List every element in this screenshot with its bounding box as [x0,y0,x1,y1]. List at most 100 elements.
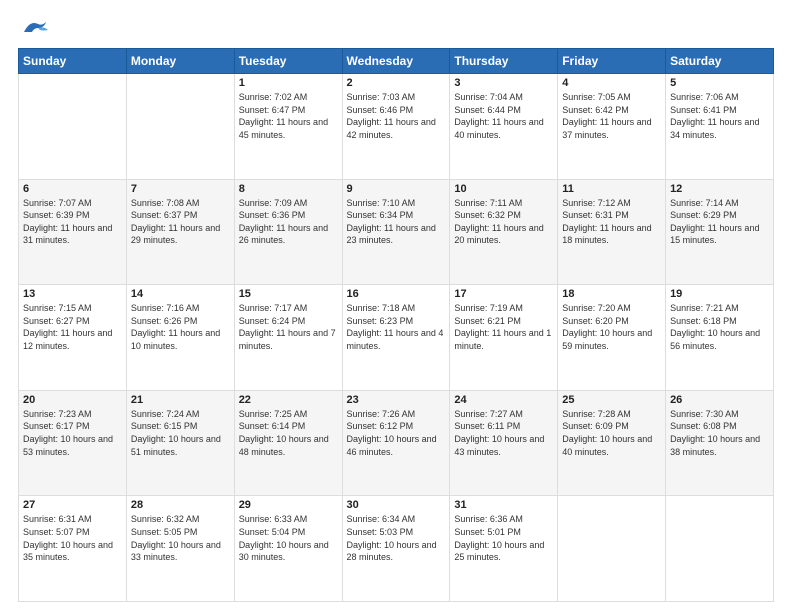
day-number: 22 [239,394,338,406]
day-number: 5 [670,77,769,89]
day-info: Sunrise: 7:10 AMSunset: 6:34 PMDaylight:… [347,197,446,247]
calendar-cell: 20Sunrise: 7:23 AMSunset: 6:17 PMDayligh… [19,390,127,496]
day-info: Sunrise: 7:25 AMSunset: 6:14 PMDaylight:… [239,408,338,458]
day-number: 14 [131,288,230,300]
calendar-cell: 12Sunrise: 7:14 AMSunset: 6:29 PMDayligh… [666,179,774,285]
weekday-header-row: SundayMondayTuesdayWednesdayThursdayFrid… [19,49,774,74]
day-number: 24 [454,394,553,406]
day-number: 17 [454,288,553,300]
calendar-cell: 24 Sunrise: 7:27 AMSunset: 6:11 PMDayligh… [450,390,558,496]
day-number: 7 [131,183,230,195]
calendar-cell: 17 Sunrise: 7:19 AMSunset: 6:21 PMDayligh… [450,285,558,391]
week-row-1: 1Sunrise: 7:02 AMSunset: 6:47 PMDaylight… [19,74,774,180]
calendar-cell [558,496,666,602]
calendar-cell: 26 Sunrise: 7:30 AMSunset: 6:08 PMDayligh… [666,390,774,496]
calendar-cell [126,74,234,180]
day-number: 18 [562,288,661,300]
day-info: Sunrise: 7:18 AMSunset: 6:23 PMDaylight:… [347,302,446,352]
weekday-header-wednesday: Wednesday [342,49,450,74]
calendar-cell: 4 Sunrise: 7:05 AMSunset: 6:42 PMDaylight… [558,74,666,180]
calendar-cell: 15Sunrise: 7:17 AMSunset: 6:24 PMDayligh… [234,285,342,391]
day-info: Sunrise: 7:05 AMSunset: 6:42 PMDaylight:… [562,91,661,141]
calendar-cell: 8 Sunrise: 7:09 AMSunset: 6:36 PMDaylight… [234,179,342,285]
weekday-header-thursday: Thursday [450,49,558,74]
day-info: Sunrise: 7:15 AMSunset: 6:27 PMDaylight:… [23,302,122,352]
calendar-cell: 27 Sunrise: 6:31 AMSunset: 5:07 PMDayligh… [19,496,127,602]
calendar-cell: 1Sunrise: 7:02 AMSunset: 6:47 PMDaylight… [234,74,342,180]
day-number: 11 [562,183,661,195]
calendar-cell: 7 Sunrise: 7:08 AMSunset: 6:37 PMDaylight… [126,179,234,285]
calendar-cell: 30 Sunrise: 6:34 AMSunset: 5:03 PMDayligh… [342,496,450,602]
day-info: Sunrise: 7:28 AMSunset: 6:09 PMDaylight:… [562,408,661,458]
calendar-cell: 2 Sunrise: 7:03 AMSunset: 6:46 PMDaylight… [342,74,450,180]
day-info: Sunrise: 7:19 AMSunset: 6:21 PMDaylight:… [454,302,553,352]
day-info: Sunrise: 7:30 AMSunset: 6:08 PMDaylight:… [670,408,769,458]
day-number: 29 [239,499,338,511]
day-info: Sunrise: 7:12 AMSunset: 6:31 PMDaylight:… [562,197,661,247]
calendar-cell: 31Sunrise: 6:36 AMSunset: 5:01 PMDayligh… [450,496,558,602]
calendar-cell: 21 Sunrise: 7:24 AMSunset: 6:15 PMDayligh… [126,390,234,496]
calendar-cell [666,496,774,602]
weekday-header-sunday: Sunday [19,49,127,74]
weekday-header-friday: Friday [558,49,666,74]
calendar-cell: 23Sunrise: 7:26 AMSunset: 6:12 PMDayligh… [342,390,450,496]
day-number: 26 [670,394,769,406]
calendar-cell: 5 Sunrise: 7:06 AMSunset: 6:41 PMDaylight… [666,74,774,180]
day-info: Sunrise: 7:21 AMSunset: 6:18 PMDaylight:… [670,302,769,352]
day-number: 30 [347,499,446,511]
day-info: Sunrise: 7:27 AMSunset: 6:11 PMDaylight:… [454,408,553,458]
day-info: Sunrise: 7:20 AMSunset: 6:20 PMDaylight:… [562,302,661,352]
day-info: Sunrise: 6:32 AMSunset: 5:05 PMDaylight:… [131,513,230,563]
day-number: 8 [239,183,338,195]
day-number: 13 [23,288,122,300]
week-row-2: 6Sunrise: 7:07 AMSunset: 6:39 PMDaylight… [19,179,774,285]
day-info: Sunrise: 7:09 AMSunset: 6:36 PMDaylight:… [239,197,338,247]
calendar-cell [19,74,127,180]
logo-bird-icon [22,18,50,38]
calendar-cell: 10 Sunrise: 7:11 AMSunset: 6:32 PMDayligh… [450,179,558,285]
calendar-cell: 13 Sunrise: 7:15 AMSunset: 6:27 PMDayligh… [19,285,127,391]
day-info: Sunrise: 7:07 AMSunset: 6:39 PMDaylight:… [23,197,122,247]
day-number: 2 [347,77,446,89]
page: SundayMondayTuesdayWednesdayThursdayFrid… [0,0,792,612]
day-number: 25 [562,394,661,406]
day-info: Sunrise: 7:24 AMSunset: 6:15 PMDaylight:… [131,408,230,458]
weekday-header-monday: Monday [126,49,234,74]
day-number: 3 [454,77,553,89]
week-row-4: 20Sunrise: 7:23 AMSunset: 6:17 PMDayligh… [19,390,774,496]
calendar-cell: 25 Sunrise: 7:28 AMSunset: 6:09 PMDayligh… [558,390,666,496]
calendar-cell: 22 Sunrise: 7:25 AMSunset: 6:14 PMDayligh… [234,390,342,496]
day-number: 21 [131,394,230,406]
week-row-3: 13 Sunrise: 7:15 AMSunset: 6:27 PMDayligh… [19,285,774,391]
calendar-cell: 14 Sunrise: 7:16 AMSunset: 6:26 PMDayligh… [126,285,234,391]
day-number: 9 [347,183,446,195]
day-number: 27 [23,499,122,511]
day-info: Sunrise: 7:16 AMSunset: 6:26 PMDaylight:… [131,302,230,352]
weekday-header-tuesday: Tuesday [234,49,342,74]
day-number: 19 [670,288,769,300]
day-number: 23 [347,394,446,406]
week-row-5: 27 Sunrise: 6:31 AMSunset: 5:07 PMDayligh… [19,496,774,602]
calendar-cell: 9 Sunrise: 7:10 AMSunset: 6:34 PMDaylight… [342,179,450,285]
day-info: Sunrise: 7:03 AMSunset: 6:46 PMDaylight:… [347,91,446,141]
day-info: Sunrise: 7:17 AMSunset: 6:24 PMDaylight:… [239,302,338,352]
calendar-cell: 19 Sunrise: 7:21 AMSunset: 6:18 PMDayligh… [666,285,774,391]
day-info: Sunrise: 7:08 AMSunset: 6:37 PMDaylight:… [131,197,230,247]
day-info: Sunrise: 7:23 AMSunset: 6:17 PMDaylight:… [23,408,122,458]
day-info: Sunrise: 6:34 AMSunset: 5:03 PMDaylight:… [347,513,446,563]
day-info: Sunrise: 7:11 AMSunset: 6:32 PMDaylight:… [454,197,553,247]
day-info: Sunrise: 7:04 AMSunset: 6:44 PMDaylight:… [454,91,553,141]
weekday-header-saturday: Saturday [666,49,774,74]
day-info: Sunrise: 7:14 AMSunset: 6:29 PMDaylight:… [670,197,769,247]
calendar-cell: 16 Sunrise: 7:18 AMSunset: 6:23 PMDayligh… [342,285,450,391]
day-info: Sunrise: 6:31 AMSunset: 5:07 PMDaylight:… [23,513,122,563]
day-number: 16 [347,288,446,300]
day-number: 31 [454,499,553,511]
day-info: Sunrise: 7:02 AMSunset: 6:47 PMDaylight:… [239,91,338,141]
header [18,18,774,38]
day-number: 4 [562,77,661,89]
day-info: Sunrise: 7:06 AMSunset: 6:41 PMDaylight:… [670,91,769,141]
calendar-cell: 29Sunrise: 6:33 AMSunset: 5:04 PMDayligh… [234,496,342,602]
day-number: 10 [454,183,553,195]
calendar-cell: 3 Sunrise: 7:04 AMSunset: 6:44 PMDaylight… [450,74,558,180]
